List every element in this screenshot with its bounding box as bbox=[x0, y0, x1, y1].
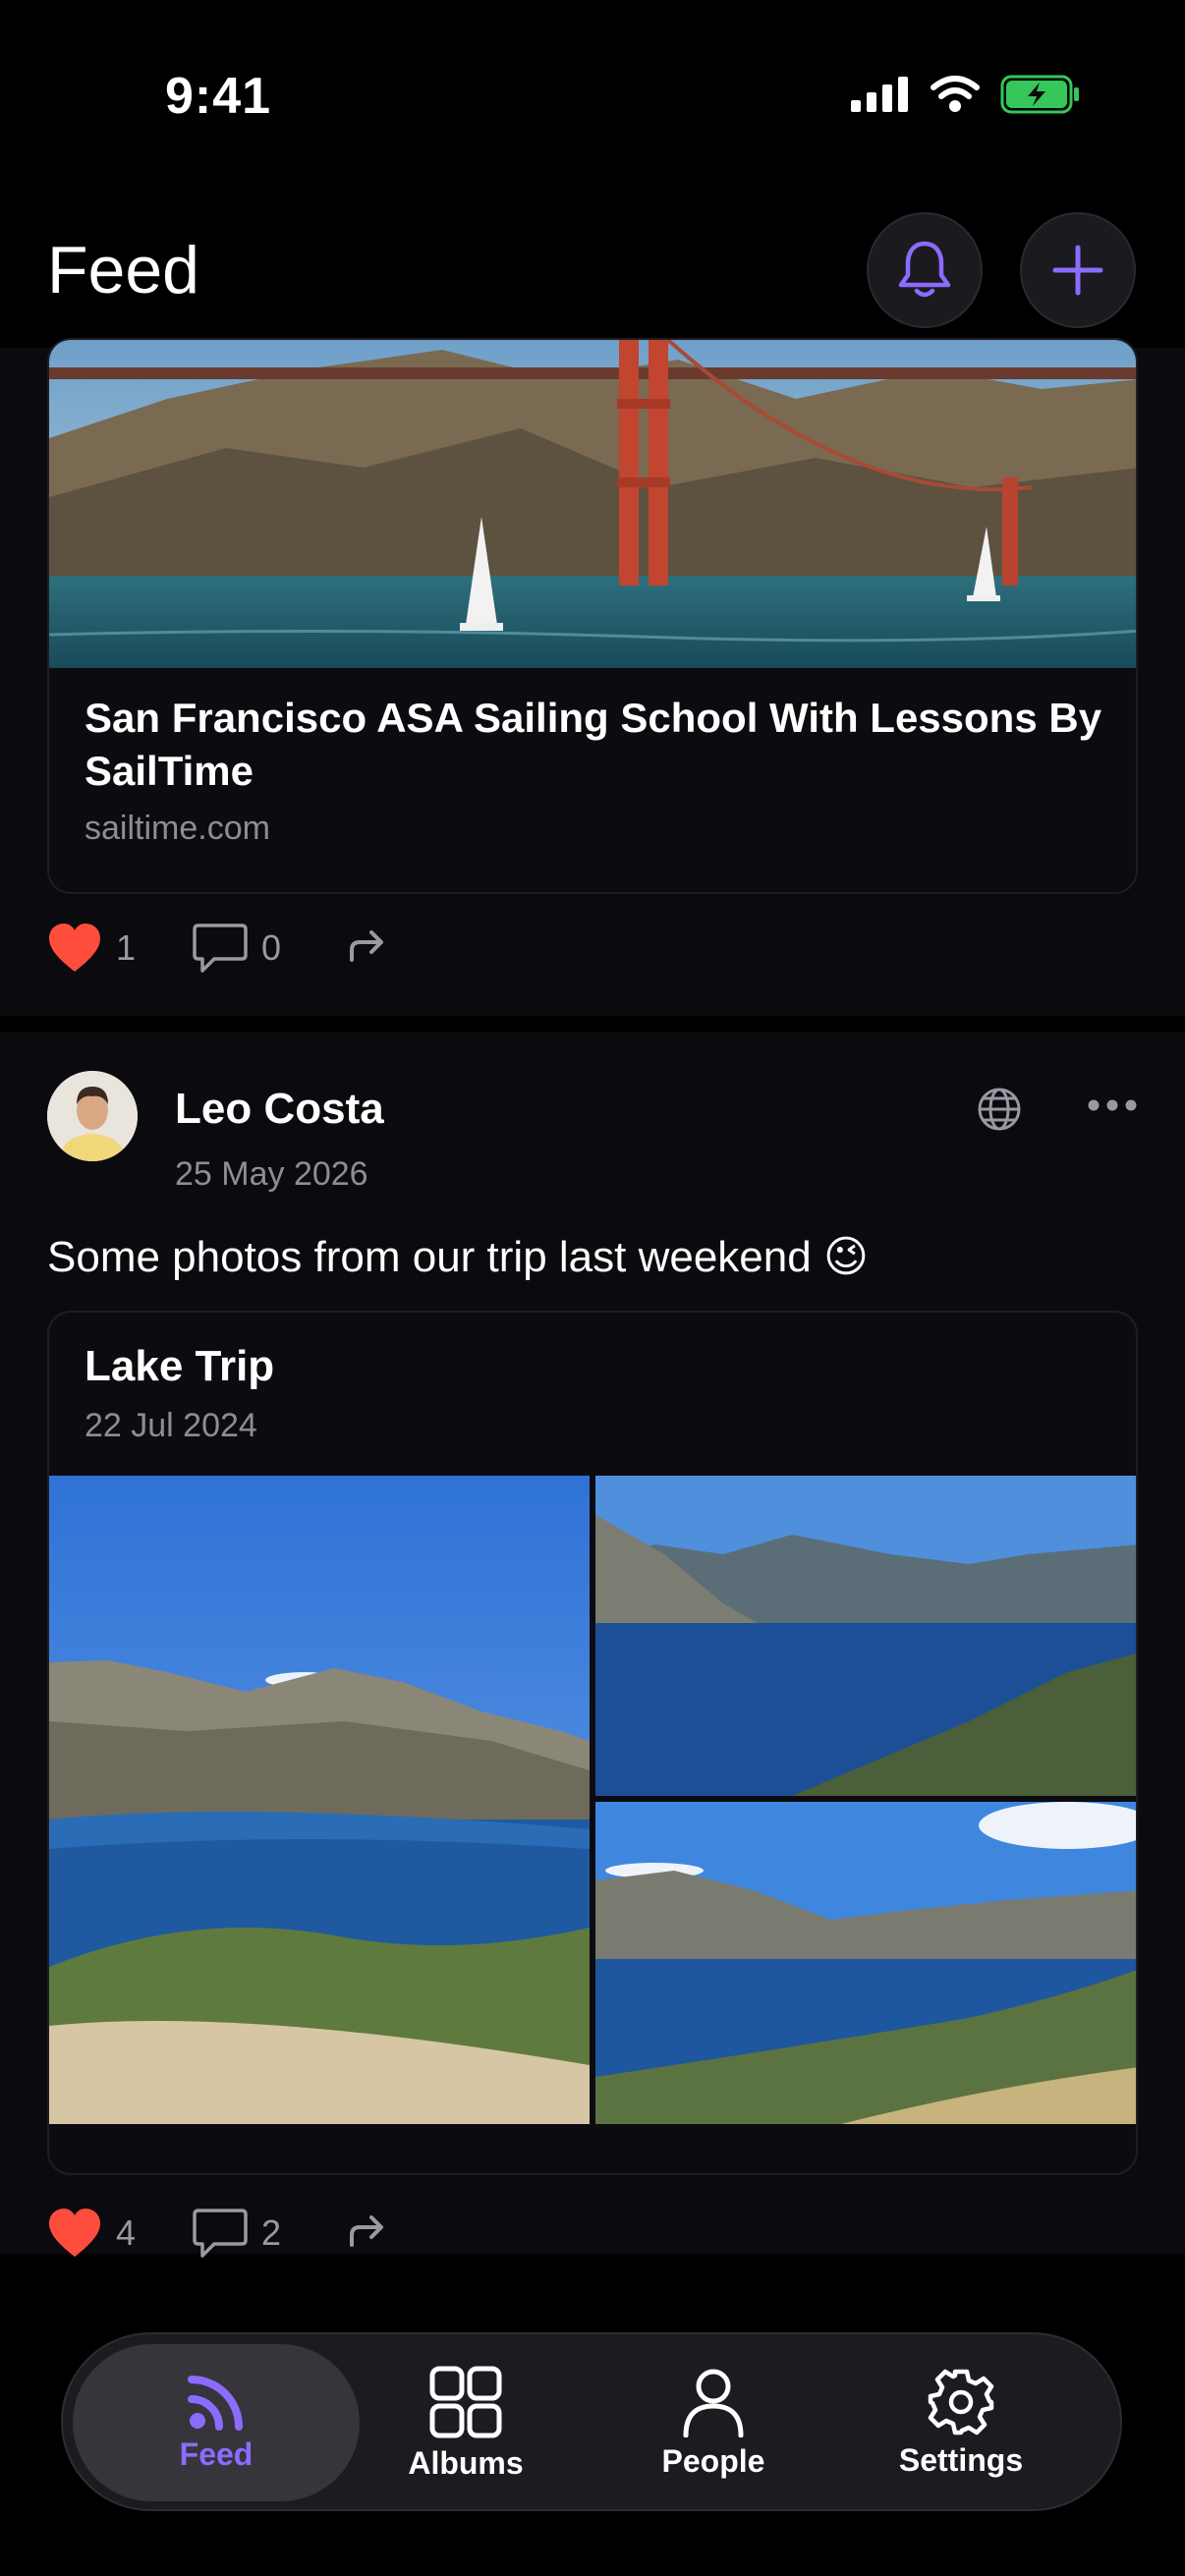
wifi-icon bbox=[931, 76, 980, 112]
rss-icon bbox=[188, 2375, 243, 2431]
bell-icon bbox=[898, 241, 951, 298]
plus-icon bbox=[1052, 245, 1103, 296]
signal-icon bbox=[851, 77, 908, 112]
link-title: San Francisco ASA Sailing School With Le… bbox=[85, 695, 1102, 794]
comment-icon bbox=[193, 2209, 248, 2258]
post-actions: 1 0 bbox=[47, 922, 387, 975]
comment-button[interactable]: 0 bbox=[193, 922, 281, 975]
share-button[interactable] bbox=[348, 2213, 387, 2254]
tab-label: Albums bbox=[408, 2444, 524, 2481]
album-date: 22 Jul 2024 bbox=[85, 1407, 257, 1444]
tab-albums[interactable]: Albums bbox=[322, 2344, 609, 2501]
comment-count: 0 bbox=[261, 927, 282, 968]
heart-icon bbox=[49, 924, 100, 972]
person-icon bbox=[683, 2369, 744, 2437]
tab-settings[interactable]: Settings bbox=[818, 2344, 1104, 2501]
link-domain: sailtime.com bbox=[85, 810, 270, 847]
grid-icon bbox=[429, 2366, 502, 2437]
gear-icon bbox=[928, 2369, 994, 2435]
like-count: 1 bbox=[116, 927, 137, 968]
post-card: Leo Costa 25 May 2026 Some photos from o… bbox=[0, 1032, 1185, 2258]
globe-icon bbox=[978, 1088, 1021, 1131]
more-options-button[interactable] bbox=[1087, 1098, 1138, 1117]
like-button[interactable]: 1 bbox=[47, 923, 136, 974]
heart-icon bbox=[49, 2209, 100, 2257]
status-time: 9:41 bbox=[165, 68, 272, 125]
album-photo[interactable] bbox=[595, 1476, 1138, 1796]
tab-label: People bbox=[661, 2442, 765, 2479]
album-title: Lake Trip bbox=[85, 1342, 275, 1390]
comment-button[interactable]: 2 bbox=[193, 2207, 281, 2260]
tab-label: Feed bbox=[179, 2436, 254, 2472]
add-post-button[interactable] bbox=[1020, 212, 1136, 328]
comment-count: 2 bbox=[261, 2212, 282, 2253]
like-button[interactable]: 4 bbox=[47, 2208, 136, 2259]
post-actions: 4 2 bbox=[47, 2207, 387, 2260]
share-icon bbox=[350, 929, 384, 962]
page-title: Feed bbox=[47, 233, 199, 308]
avatar[interactable] bbox=[47, 1071, 138, 1161]
link-preview-image bbox=[49, 340, 1136, 668]
post-date: 25 May 2026 bbox=[175, 1155, 368, 1193]
share-button[interactable] bbox=[348, 928, 387, 969]
author-name[interactable]: Leo Costa bbox=[175, 1085, 384, 1134]
comment-icon bbox=[193, 924, 248, 973]
link-preview-card[interactable]: San Francisco ASA Sailing School With Le… bbox=[47, 338, 1138, 894]
tab-bar: Feed Albums People Settings bbox=[61, 2332, 1122, 2511]
album-card[interactable]: Lake Trip 22 Jul 2024 bbox=[47, 1311, 1138, 2175]
share-icon bbox=[350, 2214, 384, 2247]
ellipsis-icon bbox=[1088, 1099, 1137, 1111]
post-text: Some photos from our trip last weekend 😉 bbox=[47, 1233, 869, 1281]
tab-feed[interactable]: Feed bbox=[73, 2344, 360, 2501]
like-count: 4 bbox=[116, 2212, 137, 2253]
status-icons bbox=[851, 75, 1081, 114]
visibility-globe-button[interactable] bbox=[977, 1087, 1022, 1137]
notifications-button[interactable] bbox=[867, 212, 983, 328]
album-photo[interactable] bbox=[595, 1802, 1138, 2124]
post-card: San Francisco ASA Sailing School With Le… bbox=[0, 338, 1185, 1016]
battery-charging-icon bbox=[1000, 75, 1079, 114]
tab-label: Settings bbox=[898, 2441, 1024, 2478]
tab-people[interactable]: People bbox=[570, 2344, 857, 2501]
album-photo[interactable] bbox=[49, 1476, 590, 2124]
